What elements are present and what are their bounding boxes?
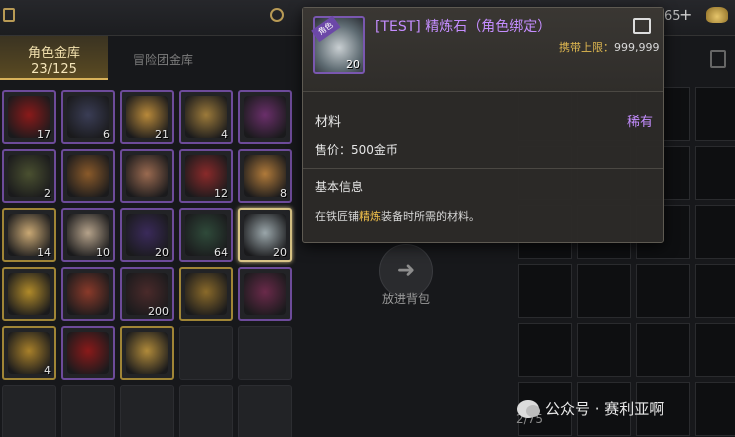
inventory-slot[interactable]: [120, 326, 174, 380]
empty-slot[interactable]: [179, 326, 233, 380]
slot-quantity: 21: [155, 128, 169, 141]
sort-icon[interactable]: [710, 50, 726, 68]
item-name: [TEST] 精炼石（角色绑定）: [375, 19, 552, 35]
inventory-slot[interactable]: 8: [238, 149, 292, 203]
empty-slot[interactable]: [238, 385, 292, 437]
slot-quantity: 20: [273, 246, 287, 259]
slot-quantity: 12: [214, 187, 228, 200]
inventory-slot[interactable]: 12: [179, 149, 233, 203]
jester-hat-icon: [244, 273, 286, 315]
slot-quantity: 200: [148, 305, 169, 318]
inventory-slot[interactable]: [2, 267, 56, 321]
empty-slot[interactable]: [120, 385, 174, 437]
move-to-bag-label: 放进背包: [381, 292, 430, 306]
desc-text-after: 装备时所需的材料。: [381, 210, 480, 223]
item-price: 售价：500金币: [315, 143, 398, 157]
inventory-slot[interactable]: 4: [2, 326, 56, 380]
slot-quantity: 10: [96, 246, 110, 259]
empty-slot[interactable]: [577, 323, 631, 377]
inventory-slot[interactable]: [61, 267, 115, 321]
item-quantity: 20: [346, 58, 360, 71]
item-category: 材料: [315, 115, 342, 130]
carry-limit: 携带上限：999,999: [559, 39, 660, 55]
golden-box-icon: [126, 332, 168, 374]
empty-slot[interactable]: [695, 146, 735, 200]
slot-quantity: 17: [37, 128, 51, 141]
inventory-slot[interactable]: [61, 326, 115, 380]
mystery-box-icon: [67, 273, 109, 315]
red-orb-sword-icon: [67, 332, 109, 374]
slot-quantity: 14: [37, 246, 51, 259]
inventory-slot[interactable]: 17: [2, 90, 56, 144]
slot-quantity: 20: [155, 246, 169, 259]
empty-slot[interactable]: [695, 87, 735, 141]
slot-quantity: 6: [103, 128, 110, 141]
empty-slot[interactable]: [695, 205, 735, 259]
empty-slot[interactable]: [179, 385, 233, 437]
recipe-paper-icon: [126, 155, 168, 197]
lock-icon[interactable]: [3, 8, 15, 22]
inventory-slot[interactable]: 20: [238, 208, 292, 262]
inventory-slot[interactable]: [238, 267, 292, 321]
bound-tag: 角色: [311, 15, 341, 43]
slot-quantity: 8: [280, 187, 287, 200]
tooltip-divider: [303, 168, 663, 169]
inventory-slot[interactable]: 4: [179, 90, 233, 144]
watermark: 公众号 · 赛利亚啊: [517, 398, 664, 419]
gold-bag-icon[interactable]: [706, 7, 728, 23]
inventory-slot[interactable]: [61, 149, 115, 203]
item-description: 在铁匠铺精炼装备时所需的材料。: [315, 208, 480, 224]
settings-icon[interactable]: [270, 8, 284, 22]
empty-slot[interactable]: [518, 264, 572, 318]
purple-ticket-icon: [244, 96, 286, 138]
inventory-slot[interactable]: [120, 149, 174, 203]
watermark-text: 公众号 · 赛利亚啊: [545, 400, 665, 418]
desc-highlight: 精炼: [359, 210, 381, 223]
empty-slot[interactable]: [695, 382, 735, 436]
empty-slot[interactable]: [695, 264, 735, 318]
inventory-slot[interactable]: [179, 267, 233, 321]
empty-slot[interactable]: [61, 385, 115, 437]
gold-coin-icon: [8, 273, 50, 315]
inventory-slot[interactable]: 20: [120, 208, 174, 262]
empty-slot[interactable]: [636, 323, 690, 377]
inventory-slot[interactable]: 21: [120, 90, 174, 144]
storage-capacity: 23/125: [31, 62, 77, 77]
wechat-icon: [517, 399, 540, 418]
inventory-slot[interactable]: 64: [179, 208, 233, 262]
add-gold-button[interactable]: +: [679, 5, 692, 24]
basic-info-heading: 基本信息: [315, 180, 364, 194]
empty-slot[interactable]: [238, 326, 292, 380]
inventory-slot[interactable]: [238, 90, 292, 144]
empty-slot[interactable]: [2, 385, 56, 437]
mystery-box-icon: [185, 273, 227, 315]
tab-character-storage[interactable]: 角色金库 23/125: [0, 36, 108, 80]
item-tooltip: 角色 20 [TEST] 精炼石（角色绑定） 携带上限：999,999 材料 稀…: [302, 7, 664, 243]
inventory-slot[interactable]: 6: [61, 90, 115, 144]
desc-text-before: 在铁匠铺: [315, 210, 359, 223]
tab-adventure-storage[interactable]: 冒险团金库: [108, 36, 218, 80]
gold-sack-icon: [67, 155, 109, 197]
arrow-right-icon: ➜: [396, 258, 416, 283]
tab-character-storage-label: 角色金库: [27, 46, 80, 61]
inventory-slot[interactable]: 200: [120, 267, 174, 321]
inventory-slot[interactable]: 14: [2, 208, 56, 262]
inventory-slot[interactable]: 10: [61, 208, 115, 262]
slot-quantity: 64: [214, 246, 228, 259]
empty-slot[interactable]: [577, 264, 631, 318]
slot-quantity: 2: [44, 187, 51, 200]
refining-stone-icon: 角色 20: [311, 15, 365, 74]
slot-quantity: 4: [221, 128, 228, 141]
slot-quantity: 4: [44, 364, 51, 377]
carry-limit-label: 携带上限：: [559, 41, 614, 54]
item-rarity: 稀有: [626, 115, 653, 130]
character-storage-grid: 17 6 21 4 2 12 8 14 10 20 64 20 200 4: [2, 90, 292, 437]
empty-slot[interactable]: [518, 323, 572, 377]
inventory-slot[interactable]: 2: [2, 149, 56, 203]
share-icon[interactable]: [633, 18, 651, 34]
empty-slot[interactable]: [695, 323, 735, 377]
empty-slot[interactable]: [636, 264, 690, 318]
carry-limit-value: 999,999: [614, 41, 660, 54]
